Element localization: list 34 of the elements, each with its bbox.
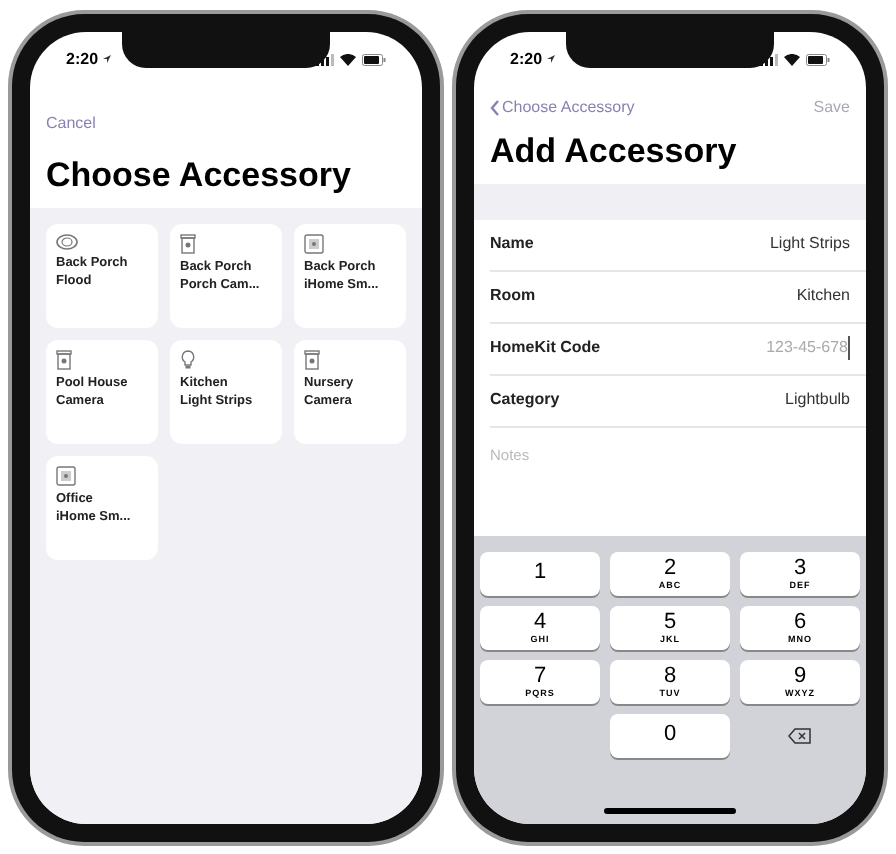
screen-title: Add Accessory: [488, 129, 739, 173]
home-indicator: [604, 807, 736, 813]
field-value[interactable]: Lightbulb: [785, 388, 850, 413]
field-label: HomeKit Code: [490, 336, 601, 361]
outlet-icon: [56, 465, 76, 486]
status-time: 2:20: [66, 47, 99, 71]
screen-title: Choose Accessory: [44, 153, 353, 197]
floodlight-icon: [56, 233, 78, 250]
battery-icon: [806, 53, 830, 65]
keypad-key[interactable]: 1: [480, 551, 600, 596]
status-time: 2:20: [510, 47, 543, 71]
cancel-link[interactable]: Cancel: [46, 113, 96, 131]
backspace-icon: [788, 727, 812, 744]
location-icon: [546, 54, 557, 64]
chevron-left-icon: [490, 99, 500, 115]
camera-icon: [304, 349, 320, 370]
wifi-icon: [340, 53, 356, 65]
lightbulb-icon: [180, 349, 196, 370]
field-label: Category: [490, 388, 560, 413]
location-icon: [102, 54, 113, 64]
camera-icon: [56, 349, 72, 370]
field-value[interactable]: Kitchen: [796, 284, 850, 309]
field-label: Name: [490, 232, 534, 257]
wifi-icon: [784, 53, 800, 65]
signal-icon: [760, 53, 778, 65]
camera-icon: [180, 233, 196, 254]
code-field[interactable]: 123-45-678: [690, 336, 850, 361]
signal-icon: [316, 53, 334, 65]
keypad-key[interactable]: 0: [610, 713, 730, 758]
outlet-icon: [304, 233, 324, 254]
back-link[interactable]: Choose Accessory: [490, 95, 635, 119]
battery-icon: [362, 53, 386, 65]
field-value[interactable]: Light Strips: [769, 232, 850, 257]
field-label: Room: [490, 284, 536, 309]
